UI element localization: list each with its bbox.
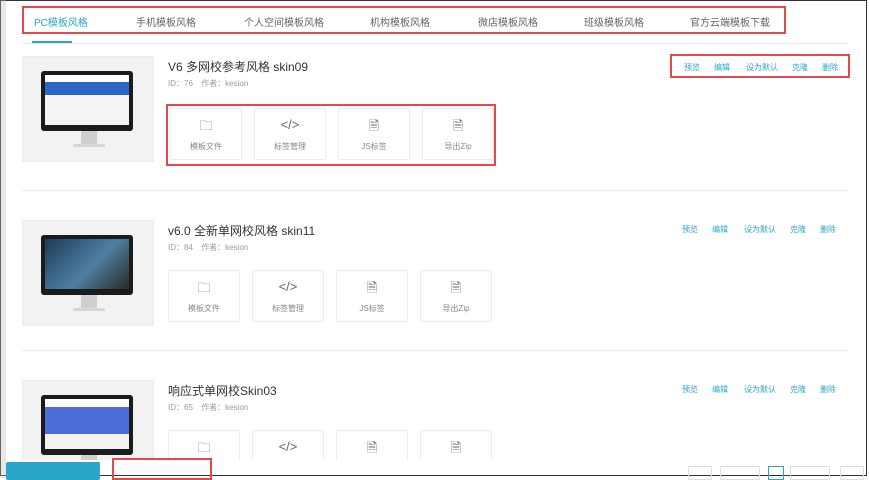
template-id: ID：76 xyxy=(168,79,193,88)
set-default-link[interactable]: 设为默认 xyxy=(744,224,776,235)
folder-icon: 🗀 xyxy=(197,280,211,295)
tag-management-button[interactable]: </> 标签管理 xyxy=(254,108,326,160)
folder-icon: 🗀 xyxy=(197,440,211,455)
tab-personal-space-templates[interactable]: 个人空间模板风格 xyxy=(244,14,324,29)
template-id: ID：65 xyxy=(168,403,193,412)
screen-preview xyxy=(45,239,129,289)
monitor-stand xyxy=(81,455,97,460)
tool-label: 模板文件 xyxy=(188,304,220,313)
template-author: 作者：kesion xyxy=(201,403,249,412)
tabs-divider xyxy=(22,43,848,44)
monitor-stand xyxy=(81,131,97,145)
monitor-graphic xyxy=(41,71,133,131)
delete-link[interactable]: 删除 xyxy=(820,384,836,395)
edit-link[interactable]: 编辑 xyxy=(712,224,728,235)
monitor-base xyxy=(73,144,105,147)
tool-label: 导出Zip xyxy=(444,142,472,151)
tool-label: JS标签 xyxy=(361,142,387,151)
js-file-icon: 🗎 xyxy=(366,280,378,295)
js-tag-button[interactable]: 🗎 xyxy=(336,430,408,460)
template-card: v6.0 全新单网校风格 skin11 ID：84 作者：kesion 预览 编… xyxy=(22,220,848,380)
template-meta: ID：84 作者：kesion xyxy=(168,242,254,253)
template-card: 响应式单网校Skin03 ID：65 作者：kesion 预览 编辑 设为默认 … xyxy=(22,380,848,460)
template-thumbnail[interactable] xyxy=(22,220,154,326)
edit-link[interactable]: 编辑 xyxy=(712,384,728,395)
code-icon: </> xyxy=(278,279,298,294)
tool-label: 导出Zip xyxy=(442,304,470,313)
template-actions: 预览 编辑 设为默认 克隆 删除 xyxy=(670,380,848,402)
secondary-action-button[interactable] xyxy=(112,458,212,480)
code-icon: </> xyxy=(278,439,298,454)
js-file-icon: 🗎 xyxy=(366,440,378,455)
template-tools: 🗀 </> 🗎 🗎 xyxy=(168,430,496,460)
tag-management-button[interactable]: </> 标签管理 xyxy=(252,270,324,322)
card-divider xyxy=(22,190,848,191)
template-files-button[interactable]: 🗀 xyxy=(168,430,240,460)
monitor-base xyxy=(73,308,105,311)
export-zip-button[interactable]: 🗎 导出Zip xyxy=(420,270,492,322)
template-title: v6.0 全新单网校风格 skin11 xyxy=(168,224,316,238)
template-actions: 预览 编辑 设为默认 克隆 删除 xyxy=(670,218,850,242)
tab-class-templates[interactable]: 班级模板风格 xyxy=(584,14,644,29)
template-title: V6 多网校参考风格 skin09 xyxy=(168,60,309,74)
delete-link[interactable]: 删除 xyxy=(822,62,838,73)
primary-action-button[interactable] xyxy=(6,462,100,480)
template-files-button[interactable]: 🗀 模板文件 xyxy=(170,108,242,160)
clone-link[interactable]: 克隆 xyxy=(790,384,806,395)
template-title: 响应式单网校Skin03 xyxy=(168,384,277,398)
template-thumbnail[interactable] xyxy=(22,380,154,460)
tool-label: 模板文件 xyxy=(190,142,222,151)
template-thumbnail[interactable] xyxy=(22,56,154,162)
set-default-link[interactable]: 设为默认 xyxy=(744,384,776,395)
tab-cloud-template-download[interactable]: 官方云端模板下载 xyxy=(690,14,770,29)
tool-label: JS标签 xyxy=(359,304,385,313)
template-id: ID：84 xyxy=(168,243,193,252)
clone-link[interactable]: 克隆 xyxy=(792,62,808,73)
tab-mobile-templates[interactable]: 手机模板风格 xyxy=(136,14,196,29)
screen-preview xyxy=(45,399,129,449)
clone-link[interactable]: 克隆 xyxy=(790,224,806,235)
template-author: 作者：kesion xyxy=(201,243,249,252)
tab-pc-templates[interactable]: PC模板风格 xyxy=(34,14,88,29)
zip-file-icon: 🗎 xyxy=(452,118,464,133)
template-files-button[interactable]: 🗀 模板文件 xyxy=(168,270,240,322)
preview-link[interactable]: 预览 xyxy=(682,224,698,235)
export-zip-button[interactable]: 🗎 导出Zip xyxy=(422,108,494,160)
edit-link[interactable]: 编辑 xyxy=(714,62,730,73)
zip-file-icon: 🗎 xyxy=(450,280,462,295)
screen-preview xyxy=(45,75,129,125)
tool-label: 标签管理 xyxy=(272,304,304,313)
monitor-stand xyxy=(81,295,97,309)
left-edge xyxy=(0,0,6,478)
delete-link[interactable]: 删除 xyxy=(820,224,836,235)
template-author: 作者：kesion xyxy=(201,79,249,88)
tool-label: 标签管理 xyxy=(274,142,306,151)
js-file-icon: 🗎 xyxy=(368,118,380,133)
monitor-graphic xyxy=(41,235,133,295)
preview-link[interactable]: 预览 xyxy=(682,384,698,395)
folder-icon: 🗀 xyxy=(199,118,213,133)
js-tag-button[interactable]: 🗎 JS标签 xyxy=(338,108,410,160)
preview-link[interactable]: 预览 xyxy=(684,62,700,73)
template-meta: ID：65 作者：kesion xyxy=(168,402,254,413)
template-style-tabs: PC模板风格 手机模板风格 个人空间模板风格 机构模板风格 微店模板风格 班级模… xyxy=(22,6,786,34)
set-default-link[interactable]: 设为默认 xyxy=(746,62,778,73)
zip-file-icon: 🗎 xyxy=(450,440,462,455)
tag-management-button[interactable]: </> xyxy=(252,430,324,460)
tab-institution-templates[interactable]: 机构模板风格 xyxy=(370,14,430,29)
template-meta: ID：76 作者：kesion xyxy=(168,78,254,89)
template-card: V6 多网校参考风格 skin09 ID：76 作者：kesion 预览 编辑 … xyxy=(22,54,850,216)
js-tag-button[interactable]: 🗎 JS标签 xyxy=(336,270,408,322)
monitor-graphic xyxy=(41,395,133,455)
template-actions: 预览 编辑 设为默认 克隆 删除 xyxy=(670,54,850,78)
card-divider xyxy=(22,350,848,351)
tab-microstore-templates[interactable]: 微店模板风格 xyxy=(478,14,538,29)
template-tools: 🗀 模板文件 </> 标签管理 🗎 JS标签 🗎 导出Zip xyxy=(166,104,496,166)
code-icon: </> xyxy=(280,117,300,132)
template-tools: 🗀 模板文件 </> 标签管理 🗎 JS标签 🗎 导出Zip xyxy=(168,270,496,328)
export-zip-button[interactable]: 🗎 xyxy=(420,430,492,460)
